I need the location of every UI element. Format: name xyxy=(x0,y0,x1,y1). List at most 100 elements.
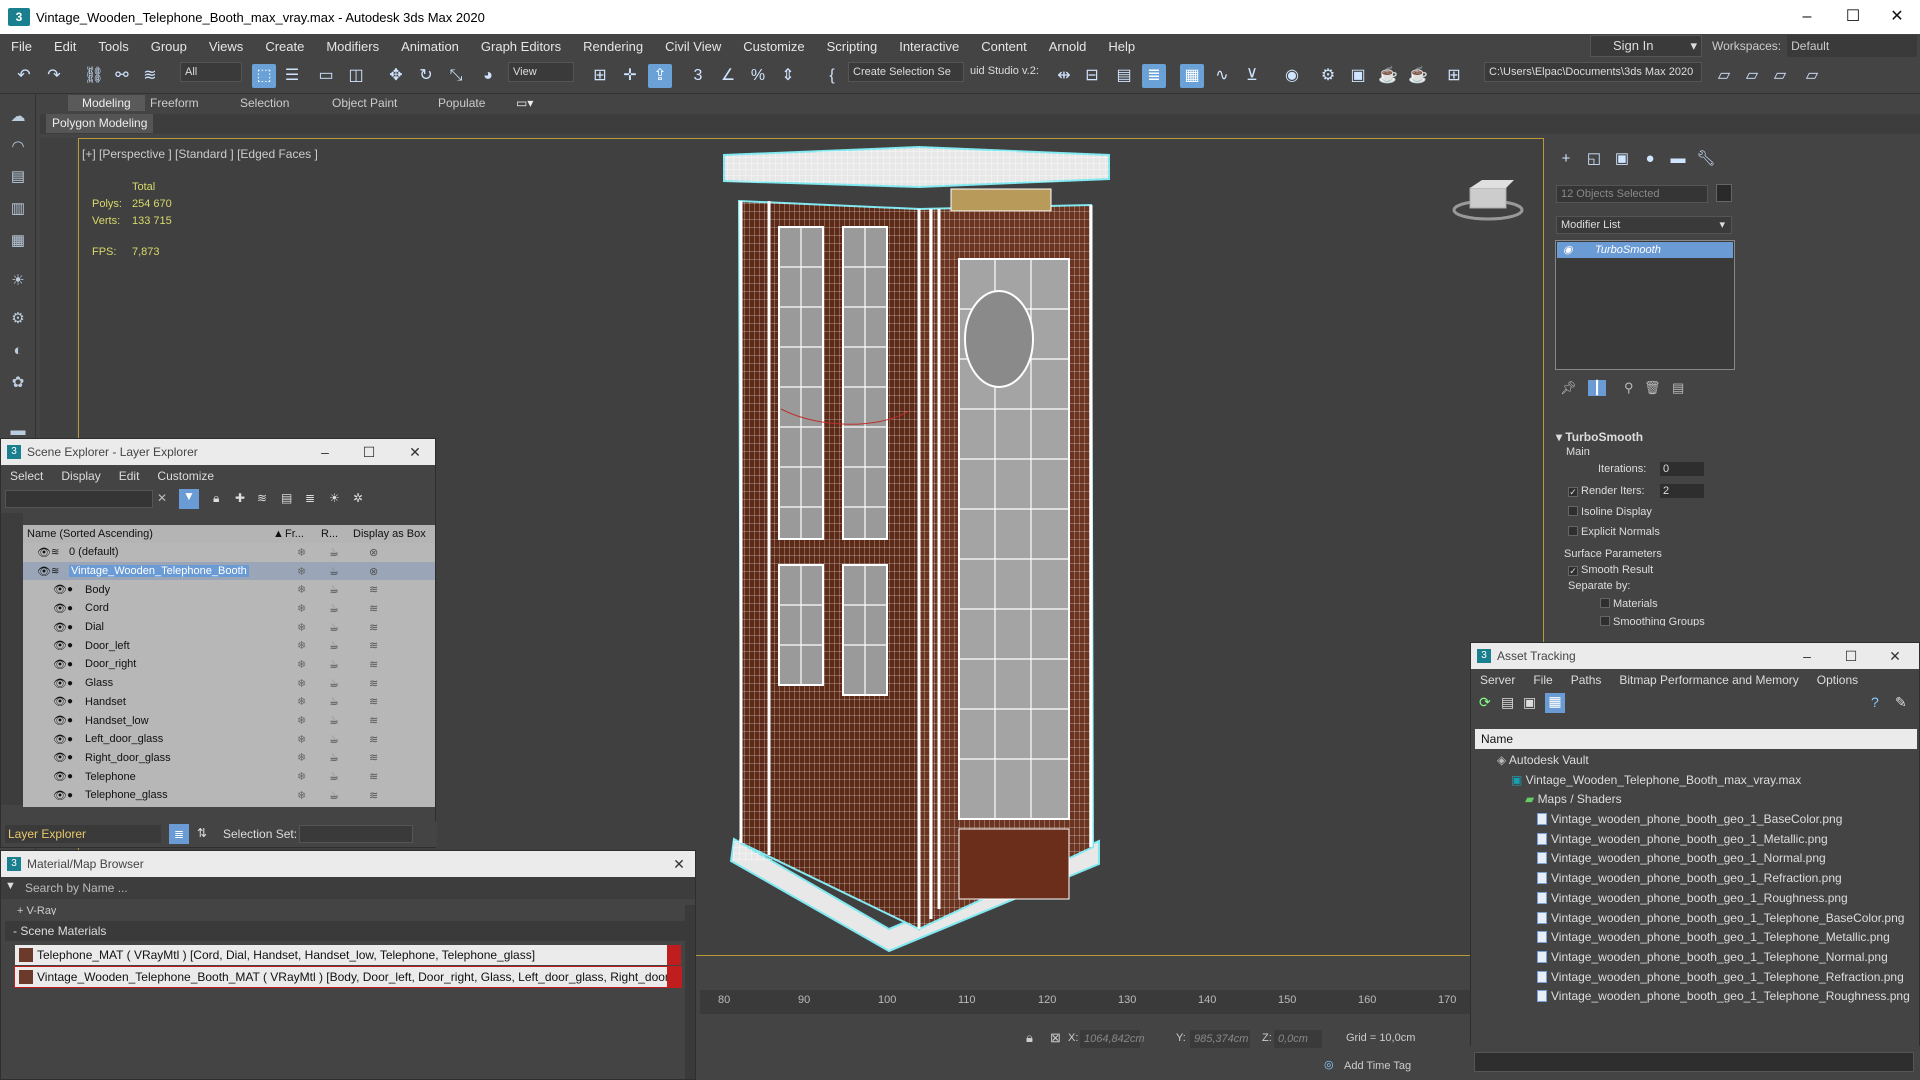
explorer-menu-item[interactable]: Edit xyxy=(110,469,149,483)
tab-selection[interactable]: Selection xyxy=(240,96,289,110)
menu-item[interactable]: Graph Editors xyxy=(470,39,572,54)
display-box-icon[interactable]: ≋ xyxy=(369,695,378,708)
layer-stack-icon[interactable]: ≣ xyxy=(169,824,189,844)
visibility-eye-icon[interactable]: 👁︎ xyxy=(53,714,67,727)
add-layer-icon[interactable]: ✚ xyxy=(235,491,245,505)
explorer-menu-item[interactable]: Customize xyxy=(148,469,223,483)
layer-row[interactable]: 👁︎ ≋ 0 (default) ❄ ☕︎ ⊗ xyxy=(23,543,435,562)
object-row[interactable]: 👁︎ ● Cord ❄ ☕︎ ≋ xyxy=(23,599,435,618)
window-crossing-icon[interactable]: ◫ xyxy=(344,64,368,88)
menu-item[interactable]: Group xyxy=(140,39,198,54)
motion-tab-icon[interactable]: ● xyxy=(1638,148,1662,170)
link-icon[interactable]: ⛓ xyxy=(82,64,106,88)
visibility-eye-icon[interactable]: 👁︎ xyxy=(37,546,51,559)
explorer-menu-item[interactable]: Select xyxy=(1,469,52,483)
object-row[interactable]: 👁︎ ● Telephone_glass ❄ ☕︎ ≋ xyxy=(23,786,435,805)
modifier-stack[interactable] xyxy=(1555,240,1735,370)
freeze-icon[interactable]: ❄ xyxy=(297,677,306,690)
reference-coordinate-dropdown[interactable]: View xyxy=(508,62,574,82)
visibility-eye-icon[interactable]: 👁︎ xyxy=(53,602,67,615)
render-icon[interactable]: ☕︎ xyxy=(329,733,339,746)
freeze-icon[interactable]: ❄ xyxy=(297,789,306,802)
close-icon[interactable]: ✕ xyxy=(1873,643,1917,669)
object-row[interactable]: 👁︎ ● Left_door_glass ❄ ☕︎ ≋ xyxy=(23,730,435,749)
create-tab-icon[interactable]: + xyxy=(1554,148,1578,170)
menu-item[interactable]: Content xyxy=(970,39,1038,54)
refresh-icon[interactable]: ⟳ xyxy=(1479,694,1491,711)
edit-named-selection-icon[interactable]: { xyxy=(820,64,844,88)
configure-sets-icon[interactable]: ▤ xyxy=(1672,380,1684,396)
modifier-list-dropdown[interactable]: Modifier List ▾ xyxy=(1556,216,1732,234)
display-box-icon[interactable]: ≋ xyxy=(369,714,378,727)
tab-populate[interactable]: Populate xyxy=(438,96,485,110)
freeze-icon[interactable]: ❄ xyxy=(297,658,306,671)
column-name[interactable]: Name (Sorted Ascending) xyxy=(27,525,153,543)
isolate-icon[interactable]: ⊠ xyxy=(1050,1030,1061,1046)
freeze-icon[interactable]: ❄ xyxy=(297,714,306,727)
lock-icon[interactable]: 🔒︎ xyxy=(213,491,219,506)
display-icon[interactable]: ▦ xyxy=(7,230,29,252)
angle-snap-icon[interactable]: ∠ xyxy=(716,64,740,88)
close-icon[interactable]: ✕ xyxy=(657,851,701,877)
vault-row[interactable]: ◈ Autodesk Vault xyxy=(1475,751,1917,771)
visibility-eye-icon[interactable]: 👁︎ xyxy=(37,565,51,578)
bind-spacewarp-icon[interactable]: ≋ xyxy=(138,64,162,88)
modifier-stack-item[interactable]: ◉ TurboSmooth xyxy=(1557,242,1733,258)
isoline-checkbox[interactable] xyxy=(1568,506,1578,516)
render-icon[interactable]: ☕︎ xyxy=(329,546,339,559)
texture-row[interactable]: Vintage_wooden_phone_booth_geo_1_Telepho… xyxy=(1475,909,1917,929)
freeze-icon[interactable]: ❄ xyxy=(297,770,306,783)
display-tab-icon[interactable]: ▬ xyxy=(1666,148,1690,170)
percent-snap-icon[interactable]: % xyxy=(746,64,770,88)
snaps-toggle-icon[interactable]: 3 xyxy=(686,64,710,88)
align-icon[interactable]: ⊟ xyxy=(1080,64,1104,88)
project-folder-icon[interactable]: ▱ xyxy=(1712,64,1736,88)
sign-in-button[interactable]: Sign In ▾ xyxy=(1590,35,1702,57)
schematic-view-icon[interactable]: ⊻ xyxy=(1240,64,1264,88)
render-icon[interactable]: ☕︎ xyxy=(329,770,339,783)
move-icon[interactable]: ✥ xyxy=(384,64,408,88)
project-new-icon[interactable]: ▱ xyxy=(1740,64,1764,88)
smoothing-groups-checkbox[interactable] xyxy=(1600,616,1610,626)
keyboard-shortcut-icon[interactable]: ⇪ xyxy=(648,64,672,88)
polygon-modeling-button[interactable]: Polygon Modeling xyxy=(46,114,154,133)
mirror-icon[interactable]: ⇹ xyxy=(1052,64,1076,88)
pin-icon[interactable]: ✎ xyxy=(1895,694,1907,711)
pin-stack-icon[interactable]: 📌︎ xyxy=(1560,380,1577,396)
placement-icon[interactable]: ◕ xyxy=(476,64,500,88)
layers-icon[interactable]: ≋ xyxy=(257,491,267,505)
menu-item[interactable]: Rendering xyxy=(572,39,654,54)
close-icon[interactable]: ✕ xyxy=(393,439,437,465)
display-box-icon[interactable]: ⊗ xyxy=(369,546,378,559)
ribbon-options-icon[interactable]: ▭▾ xyxy=(516,96,533,110)
material-search-field[interactable]: Search by Name ... xyxy=(21,879,691,897)
material-item[interactable]: Telephone_MAT ( VRayMtl ) [Cord, Dial, H… xyxy=(15,945,681,965)
modify-tab-icon[interactable]: ◱ xyxy=(1582,148,1606,170)
rollout-title[interactable]: ▾ TurboSmooth xyxy=(1556,430,1722,444)
display-box-icon[interactable]: ≋ xyxy=(369,658,378,671)
menu-item[interactable]: Tools xyxy=(87,39,139,54)
tab-object-paint[interactable]: Object Paint xyxy=(332,96,397,110)
smooth-result-checkbox[interactable]: ✓ xyxy=(1568,566,1578,576)
display-box-icon[interactable]: ≋ xyxy=(369,621,378,634)
thumbnail-icon[interactable]: ▣ xyxy=(1523,694,1536,711)
selection-filter-dropdown[interactable]: All xyxy=(180,62,242,82)
object-row[interactable]: 👁︎ ● Handset ❄ ☕︎ ≋ xyxy=(23,693,435,712)
object-row[interactable]: 👁︎ ● Handset_low ❄ ☕︎ ≋ xyxy=(23,711,435,730)
render-iters-checkbox[interactable]: ✓ xyxy=(1568,487,1578,497)
maxscript-listener-field[interactable] xyxy=(1474,1052,1914,1072)
render-icon[interactable]: ☕︎ xyxy=(329,677,339,690)
texture-row[interactable]: Vintage_wooden_phone_booth_geo_1_Roughne… xyxy=(1475,889,1917,909)
hierarchy-icon[interactable]: ▤ xyxy=(281,491,292,505)
freeze-icon[interactable]: ❄ xyxy=(297,583,306,596)
maximize-icon[interactable]: ☐ xyxy=(1830,0,1876,34)
eye-icon[interactable]: ◉ xyxy=(1563,242,1573,258)
minimize-icon[interactable]: – xyxy=(303,439,347,465)
freeze-icon[interactable]: ❄ xyxy=(297,621,306,634)
menu-item[interactable]: File xyxy=(0,39,43,54)
texture-row[interactable]: Vintage_wooden_phone_booth_geo_1_Telepho… xyxy=(1475,987,1917,1007)
render-icon[interactable]: ☕︎ xyxy=(329,583,339,596)
object-row[interactable]: 👁︎ ● Right_door_glass ❄ ☕︎ ≋ xyxy=(23,749,435,768)
motion-icon[interactable]: ▥ xyxy=(7,198,29,220)
freeze-icon[interactable]: ❄ xyxy=(297,602,306,615)
